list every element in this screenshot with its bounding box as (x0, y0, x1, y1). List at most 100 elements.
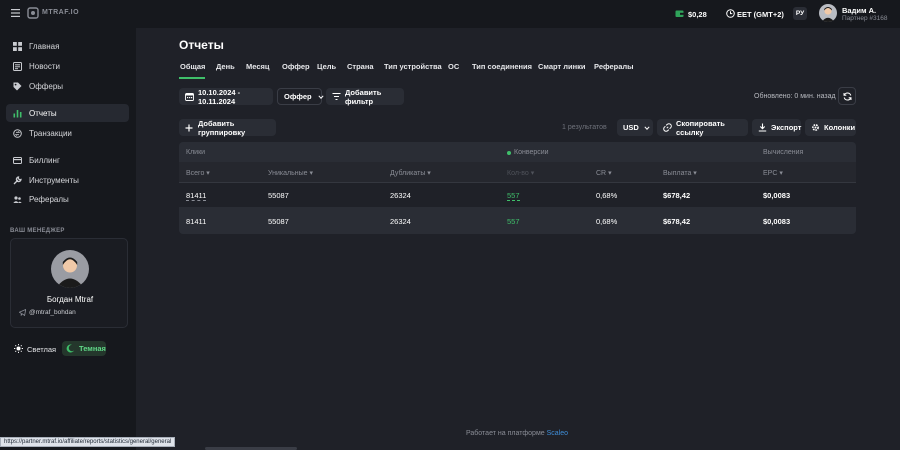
footer-link[interactable]: Scaleo (547, 430, 568, 437)
tab-connection-type[interactable]: Тип соединения (472, 62, 532, 71)
plus-icon (185, 124, 193, 132)
sun-icon[interactable] (14, 344, 23, 353)
news-icon (12, 61, 22, 71)
sidebar-item-referrals[interactable]: Рефералы (6, 190, 129, 208)
footer: Работает на платформе Scaleo (0, 430, 900, 437)
manager-name: Богдан Mtraf (46, 295, 94, 304)
cell-count[interactable]: 557 (507, 191, 520, 201)
hamburger-menu-icon[interactable] (11, 9, 20, 17)
group-select[interactable]: Оффер (277, 88, 324, 105)
link-icon (663, 123, 672, 132)
calendar-icon (185, 92, 194, 101)
add-filter-button[interactable]: Добавить фильтр (326, 88, 404, 106)
cell-total: 81411 (186, 217, 207, 226)
cell-count: 557 (507, 217, 520, 226)
manager-telegram[interactable]: @mtraf_bohdan (29, 309, 76, 316)
manager-avatar[interactable] (51, 250, 89, 288)
avatar[interactable] (819, 4, 837, 22)
sidebar-item-billing[interactable]: Биллинг (6, 151, 129, 169)
date-range-picker[interactable]: 10.10.2024 - 10.11.2024 (179, 87, 273, 106)
add-grouping-label: Добавить группировку (198, 118, 246, 137)
user-name[interactable]: Вадим А. (842, 6, 876, 15)
group-calculations: Вычисления (763, 149, 804, 156)
tab-smart-links[interactable]: Смарт линки (538, 62, 586, 71)
table-row-total: 81411 55087 26324 557 0,68% $678,42 $0,0… (179, 207, 856, 234)
date-range-value: 10.10.2024 - 10.11.2024 (198, 87, 241, 106)
columns-button[interactable]: Колонки (805, 119, 856, 136)
group-select-value: Оффер (284, 92, 312, 101)
status-bar-url: https://partner.mtraf.io/affiliate/repor… (0, 437, 176, 447)
tab-offer[interactable]: Оффер (282, 62, 310, 71)
tab-day[interactable]: День (216, 62, 235, 71)
active-tab-indicator (179, 77, 205, 79)
export-button[interactable]: Экспорт (752, 119, 801, 136)
dashboard-icon (12, 41, 22, 51)
tab-os[interactable]: ОС (448, 62, 459, 71)
group-conversions: Конверсии (514, 149, 549, 156)
timezone[interactable]: EET (GMT+2) (737, 10, 784, 19)
tab-country[interactable]: Страна (347, 62, 374, 71)
tab-month[interactable]: Месяц (246, 62, 269, 71)
balance[interactable]: $0,28 (688, 10, 707, 19)
sidebar-item-news[interactable]: Новости (6, 57, 129, 75)
tab-device-type[interactable]: Тип устройства (384, 62, 442, 71)
cell-epc: $0,0083 (763, 191, 791, 200)
col-payout[interactable]: Выплата ▾ (663, 169, 697, 177)
sidebar-item-offers[interactable]: Офферы (6, 77, 129, 95)
table-row[interactable]: 81411 55087 26324 557 0,68% $678,42 $0,0… (179, 183, 856, 207)
table-column-header: Всего ▾ Уникальные ▾ Дубликаты ▾ Кол-во … (179, 162, 856, 183)
currency-select[interactable]: USD (617, 119, 653, 136)
page-title: Отчеты (179, 38, 224, 52)
referrals-icon (12, 194, 22, 204)
cell-cr: 0,68% (596, 191, 618, 200)
col-total[interactable]: Всего ▾ (186, 169, 210, 177)
tab-referrals[interactable]: Рефералы (594, 62, 634, 71)
tab-goal[interactable]: Цель (317, 62, 336, 71)
conversions-dot-icon (507, 151, 511, 155)
clock-icon (726, 9, 735, 18)
col-duplicates[interactable]: Дубликаты ▾ (390, 169, 431, 177)
cell-payout: $678,42 (663, 191, 691, 200)
chart-icon (12, 108, 22, 118)
copy-link-button[interactable]: Скопировать ссылку (657, 118, 748, 137)
copy-link-label: Скопировать ссылку (676, 118, 725, 137)
cell-total[interactable]: 81411 (186, 191, 207, 201)
col-cr[interactable]: CR ▾ (596, 169, 612, 177)
chevron-down-icon (644, 125, 650, 131)
chevron-down-icon (318, 94, 324, 100)
table-group-header: Клики Конверсии Вычисления (179, 142, 856, 162)
col-count[interactable]: Кол-во ▾ (507, 169, 534, 177)
sidebar-item-label: Главная (29, 41, 60, 51)
language-switcher[interactable]: РУ (793, 7, 807, 20)
cell-unique: 55087 (268, 191, 289, 200)
sidebar-item-transactions[interactable]: Транзакции (6, 124, 129, 142)
add-grouping-button[interactable]: Добавить группировку (179, 118, 276, 137)
tab-general[interactable]: Общая (180, 62, 205, 71)
refresh-button[interactable] (838, 87, 856, 105)
wrench-icon (12, 175, 22, 185)
cell-payout: $678,42 (663, 217, 691, 226)
report-table: Клики Конверсии Вычисления Всего ▾ Уника… (179, 142, 856, 234)
moon-icon (66, 344, 75, 353)
col-epc[interactable]: EPC ▾ (763, 169, 783, 177)
brand-name: MTRAF.IO (42, 9, 80, 16)
refresh-icon (843, 91, 852, 101)
group-clicks: Клики (186, 149, 206, 156)
sidebar-item-label: Новости (29, 61, 60, 71)
transactions-icon (12, 128, 22, 138)
logo-icon[interactable] (27, 7, 39, 19)
theme-light-option[interactable]: Светлая (27, 345, 56, 354)
col-unique[interactable]: Уникальные ▾ (268, 169, 313, 177)
gear-icon (811, 123, 820, 132)
cell-duplicates: 26324 (390, 191, 411, 200)
cell-duplicates: 26324 (390, 217, 411, 226)
sidebar-item-tools[interactable]: Инструменты (6, 171, 129, 189)
sidebar-item-label: Отчеты (29, 108, 57, 118)
sidebar-item-label: Рефералы (29, 194, 69, 204)
cell-unique: 55087 (268, 217, 289, 226)
sidebar-item-reports[interactable]: Отчеты (6, 104, 129, 122)
tag-icon (12, 81, 22, 91)
theme-dark-option[interactable]: Темная (62, 341, 106, 356)
filter-icon (332, 92, 341, 101)
sidebar-item-home[interactable]: Главная (6, 37, 129, 55)
